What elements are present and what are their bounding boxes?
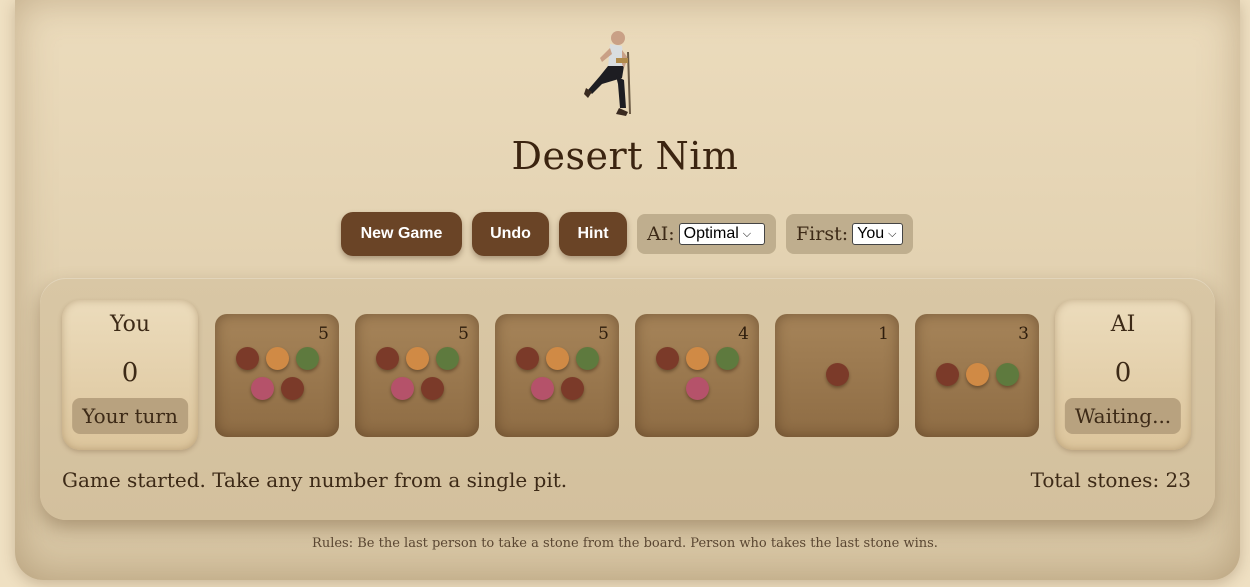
pit[interactable]: 5 bbox=[495, 314, 619, 437]
stone[interactable] bbox=[995, 363, 1019, 386]
first-select-value: You bbox=[857, 225, 885, 242]
hint-button[interactable]: Hint bbox=[559, 212, 627, 256]
player-status: Your turn bbox=[72, 398, 188, 434]
stone[interactable] bbox=[655, 347, 679, 370]
stones-group bbox=[635, 347, 759, 407]
stone[interactable] bbox=[295, 347, 319, 370]
total-stones: Total stones: 23 bbox=[1030, 468, 1191, 492]
stone[interactable] bbox=[825, 363, 849, 386]
stones-group bbox=[215, 347, 339, 407]
player-name: You bbox=[109, 312, 151, 337]
chevron-down-icon: ⌵ bbox=[888, 227, 897, 240]
stones-group bbox=[355, 347, 479, 407]
stone[interactable] bbox=[685, 377, 709, 400]
pit-count: 3 bbox=[1018, 324, 1029, 344]
pit[interactable]: 5 bbox=[215, 314, 339, 437]
player-score: 0 bbox=[121, 358, 139, 388]
stone[interactable] bbox=[435, 347, 459, 370]
stone[interactable] bbox=[250, 377, 274, 400]
stone[interactable] bbox=[515, 347, 539, 370]
pit-count: 5 bbox=[318, 324, 329, 344]
stone[interactable] bbox=[420, 377, 444, 400]
stone[interactable] bbox=[390, 377, 414, 400]
ai-select-value: Optimal bbox=[683, 225, 739, 242]
stone[interactable] bbox=[545, 347, 569, 370]
player-status: Waiting... bbox=[1064, 398, 1182, 434]
status-message: Game started. Take any number from a sin… bbox=[62, 468, 568, 492]
stone[interactable] bbox=[935, 363, 959, 386]
stone[interactable] bbox=[235, 347, 259, 370]
mascot-image bbox=[584, 31, 631, 116]
controls-bar: New Game Undo Hint AI: Optimal ⌵ First: … bbox=[0, 212, 1250, 258]
chevron-down-icon: ⌵ bbox=[742, 227, 752, 240]
pit[interactable]: 1 bbox=[775, 314, 899, 437]
player-panel-you: You 0 Your turn bbox=[62, 300, 198, 450]
pit-count: 4 bbox=[738, 324, 749, 344]
stone[interactable] bbox=[715, 347, 739, 370]
first-select[interactable]: You ⌵ bbox=[852, 223, 903, 245]
stone[interactable] bbox=[575, 347, 599, 370]
player-score: 0 bbox=[1114, 358, 1132, 388]
pit[interactable]: 3 bbox=[915, 314, 1039, 437]
stone[interactable] bbox=[265, 347, 289, 370]
stone[interactable] bbox=[405, 347, 429, 370]
page-title: Desert Nim bbox=[511, 134, 739, 178]
stone[interactable] bbox=[560, 377, 584, 400]
first-setting: First: You ⌵ bbox=[786, 214, 913, 254]
pit[interactable]: 4 bbox=[635, 314, 759, 437]
stone[interactable] bbox=[375, 347, 399, 370]
new-game-button[interactable]: New Game bbox=[341, 212, 462, 256]
stones-group bbox=[495, 347, 619, 407]
pit-count: 5 bbox=[458, 324, 469, 344]
player-name: AI bbox=[1110, 312, 1136, 337]
stone[interactable] bbox=[530, 377, 554, 400]
pit-count: 5 bbox=[598, 324, 609, 344]
stone[interactable] bbox=[965, 363, 989, 386]
pit-count: 1 bbox=[878, 324, 889, 344]
stone[interactable] bbox=[685, 347, 709, 370]
stones-group bbox=[915, 363, 1039, 393]
undo-button[interactable]: Undo bbox=[472, 212, 549, 256]
ai-label: AI: bbox=[647, 223, 675, 245]
pit[interactable]: 5 bbox=[355, 314, 479, 437]
ai-setting: AI: Optimal ⌵ bbox=[637, 214, 776, 254]
first-label: First: bbox=[796, 223, 849, 245]
rules-text: Rules: Be the last person to take a ston… bbox=[312, 536, 938, 551]
ai-select[interactable]: Optimal ⌵ bbox=[678, 223, 765, 245]
stone[interactable] bbox=[280, 377, 304, 400]
stones-group bbox=[775, 363, 899, 393]
player-panel-ai: AI 0 Waiting... bbox=[1055, 300, 1191, 450]
game-board: You 0 Your turn 5 5 5 4 1 3 AI 0 Waiting... G… bbox=[40, 278, 1215, 520]
